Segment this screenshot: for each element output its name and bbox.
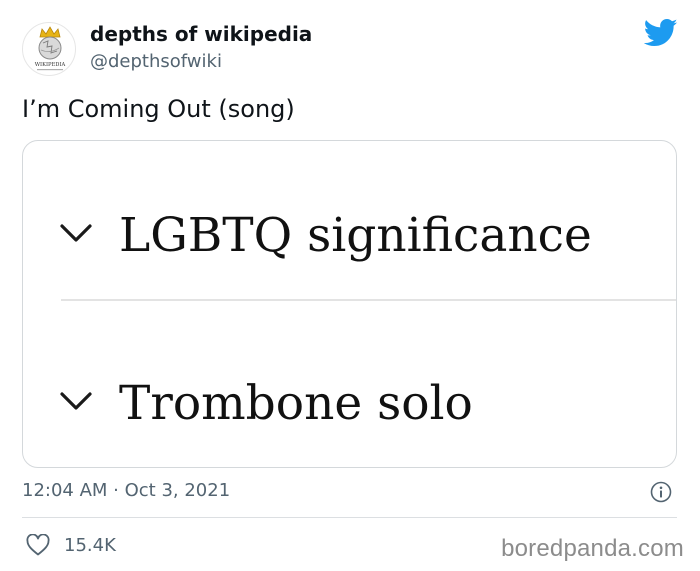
avatar[interactable]: WIKIPEDIA [22,22,76,76]
section-heading: LGBTQ significance [119,208,592,263]
author-handle[interactable]: @depthsofwiki [90,51,222,72]
section-divider [61,299,676,301]
tweet-timestamp[interactable]: 12:04 AM · Oct 3, 2021 [22,480,230,501]
author-display-name[interactable]: depths of wikipedia [90,22,312,46]
heart-icon [26,534,50,556]
avatar-wordmark: WIKIPEDIA [35,62,66,68]
tweet-text: I’m Coming Out (song) [22,95,295,123]
chevron-down-icon [60,224,92,242]
tweet-media-image[interactable]: LGBTQ significance Trombone solo [22,140,677,468]
section-row-trombone: Trombone solo [23,354,676,454]
like-button[interactable]: 15.4K [26,531,116,559]
twitter-bird-icon[interactable] [644,18,678,48]
chevron-down-icon [60,392,92,410]
section-heading: Trombone solo [119,376,473,431]
like-count: 15.4K [64,534,116,556]
watermark: boredpanda.com [501,535,684,562]
wikipedia-globe-crown-icon: WIKIPEDIA [35,26,66,71]
info-icon[interactable] [650,481,672,503]
footer-divider [22,517,677,518]
section-row-lgbtq: LGBTQ significance [23,186,676,286]
